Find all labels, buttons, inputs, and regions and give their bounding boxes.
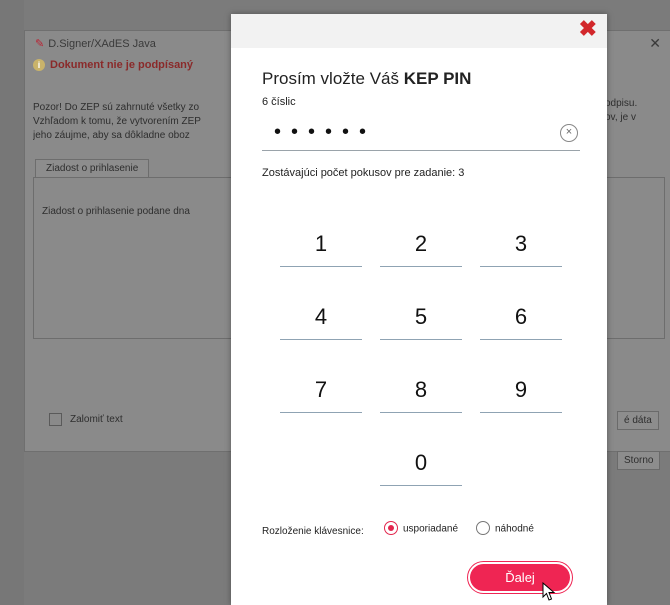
background-tab[interactable]: Ziadost o prihlasenie (35, 159, 150, 177)
dialog-subtitle: 6 číslic (262, 96, 296, 108)
layout-ordered-radio[interactable]: usporiadané (384, 521, 458, 536)
attempts-remaining: Zostávajúci počet pokusov pre zadanie: 3 (262, 167, 465, 179)
background-warning-text: Pozor! Do ZEP sú zahrnuté všetky zo Vzhľ… (33, 102, 201, 141)
key-0[interactable]: 0 (380, 441, 462, 486)
checkbox-icon (49, 413, 62, 426)
radio-empty-icon (476, 521, 490, 535)
info-icon: i (33, 59, 45, 71)
background-panel-text: Ziadost o prihlasenie podane dna (42, 206, 190, 217)
pin-mask: •••••• (274, 121, 377, 143)
key-1[interactable]: 1 (280, 222, 362, 267)
layout-random-radio[interactable]: náhodné (476, 521, 534, 536)
keyboard-layout-label: Rozloženie klávesnice: (262, 526, 364, 537)
key-4[interactable]: 4 (280, 295, 362, 340)
clear-icon[interactable]: × (560, 124, 578, 142)
background-warning-text-right: odpisu. ov, je v (605, 98, 638, 123)
dialog-header: ✖ (231, 14, 607, 48)
key-9[interactable]: 9 (480, 368, 562, 413)
background-cancel-button[interactable]: Storno (617, 451, 661, 470)
key-8[interactable]: 8 (380, 368, 462, 413)
mouse-cursor-icon (542, 582, 556, 601)
key-7[interactable]: 7 (280, 368, 362, 413)
radio-selected-icon (384, 521, 398, 535)
background-window-title: ✎ D.Signer/XAdES Java (35, 38, 156, 50)
pin-dialog: ✖ Prosím vložte Váš KEP PIN 6 číslic •••… (231, 14, 607, 605)
key-3[interactable]: 3 (480, 222, 562, 267)
pen-icon: ✎ (35, 38, 45, 50)
key-6[interactable]: 6 (480, 295, 562, 340)
key-5[interactable]: 5 (380, 295, 462, 340)
background-status: i Dokument nie je podpísaný (33, 59, 193, 71)
background-left-strip (0, 0, 24, 605)
dialog-title: Prosím vložte Váš KEP PIN (262, 69, 472, 88)
background-close-icon[interactable]: ✕ (649, 35, 661, 52)
background-data-button[interactable]: é dáta (617, 411, 659, 430)
key-2[interactable]: 2 (380, 222, 462, 267)
background-wrap-checkbox[interactable]: Zalomiť text (49, 413, 123, 426)
pin-input[interactable]: •••••• × (262, 118, 580, 151)
close-icon[interactable]: ✖ (579, 18, 597, 40)
